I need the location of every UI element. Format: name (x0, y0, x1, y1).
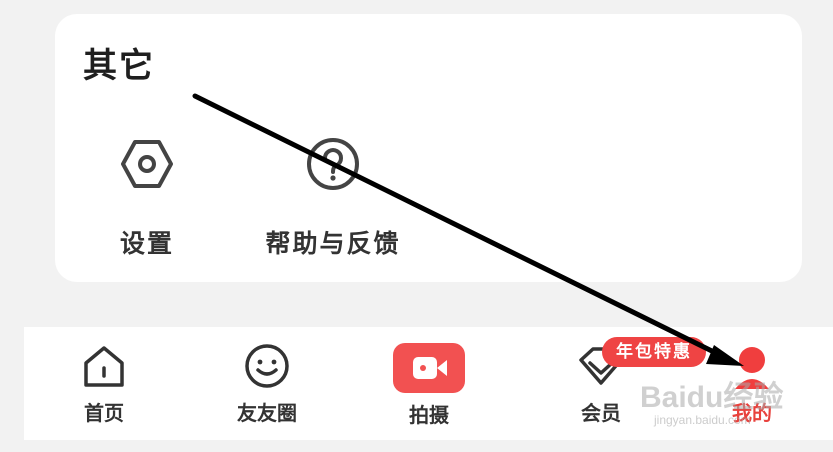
tab-friends-circle[interactable]: 友友圈 (217, 341, 317, 426)
tab-home[interactable]: 首页 (54, 341, 154, 426)
promo-badge[interactable]: 年包特惠 (602, 337, 706, 367)
section-title: 其它 (83, 46, 155, 86)
help-question-icon (307, 138, 359, 190)
video-camera-icon (413, 357, 447, 379)
tab-vip-label: 会员 (581, 401, 621, 425)
settings-hexagon-icon (121, 140, 173, 188)
tab-friends-label: 友友圈 (237, 401, 297, 425)
watermark-logo: Baidu经验 (640, 381, 784, 414)
tab-shoot-label: 拍摄 (409, 403, 449, 427)
home-icon (84, 346, 124, 387)
shoot-button-bg (393, 343, 465, 393)
watermark-url: jingyan.baidu.com (654, 413, 751, 427)
settings-label: 设置 (119, 229, 174, 258)
tab-shoot[interactable]: 拍摄 (379, 341, 479, 428)
help-feedback-label: 帮助与反馈 (265, 229, 401, 258)
settings-entry[interactable]: 设置 (67, 134, 227, 260)
help-feedback-entry[interactable]: 帮助与反馈 (253, 134, 413, 260)
other-section-card: 其它 设置 帮助与反馈 (55, 14, 802, 282)
tab-home-label: 首页 (84, 401, 124, 425)
smile-face-icon (245, 344, 289, 388)
